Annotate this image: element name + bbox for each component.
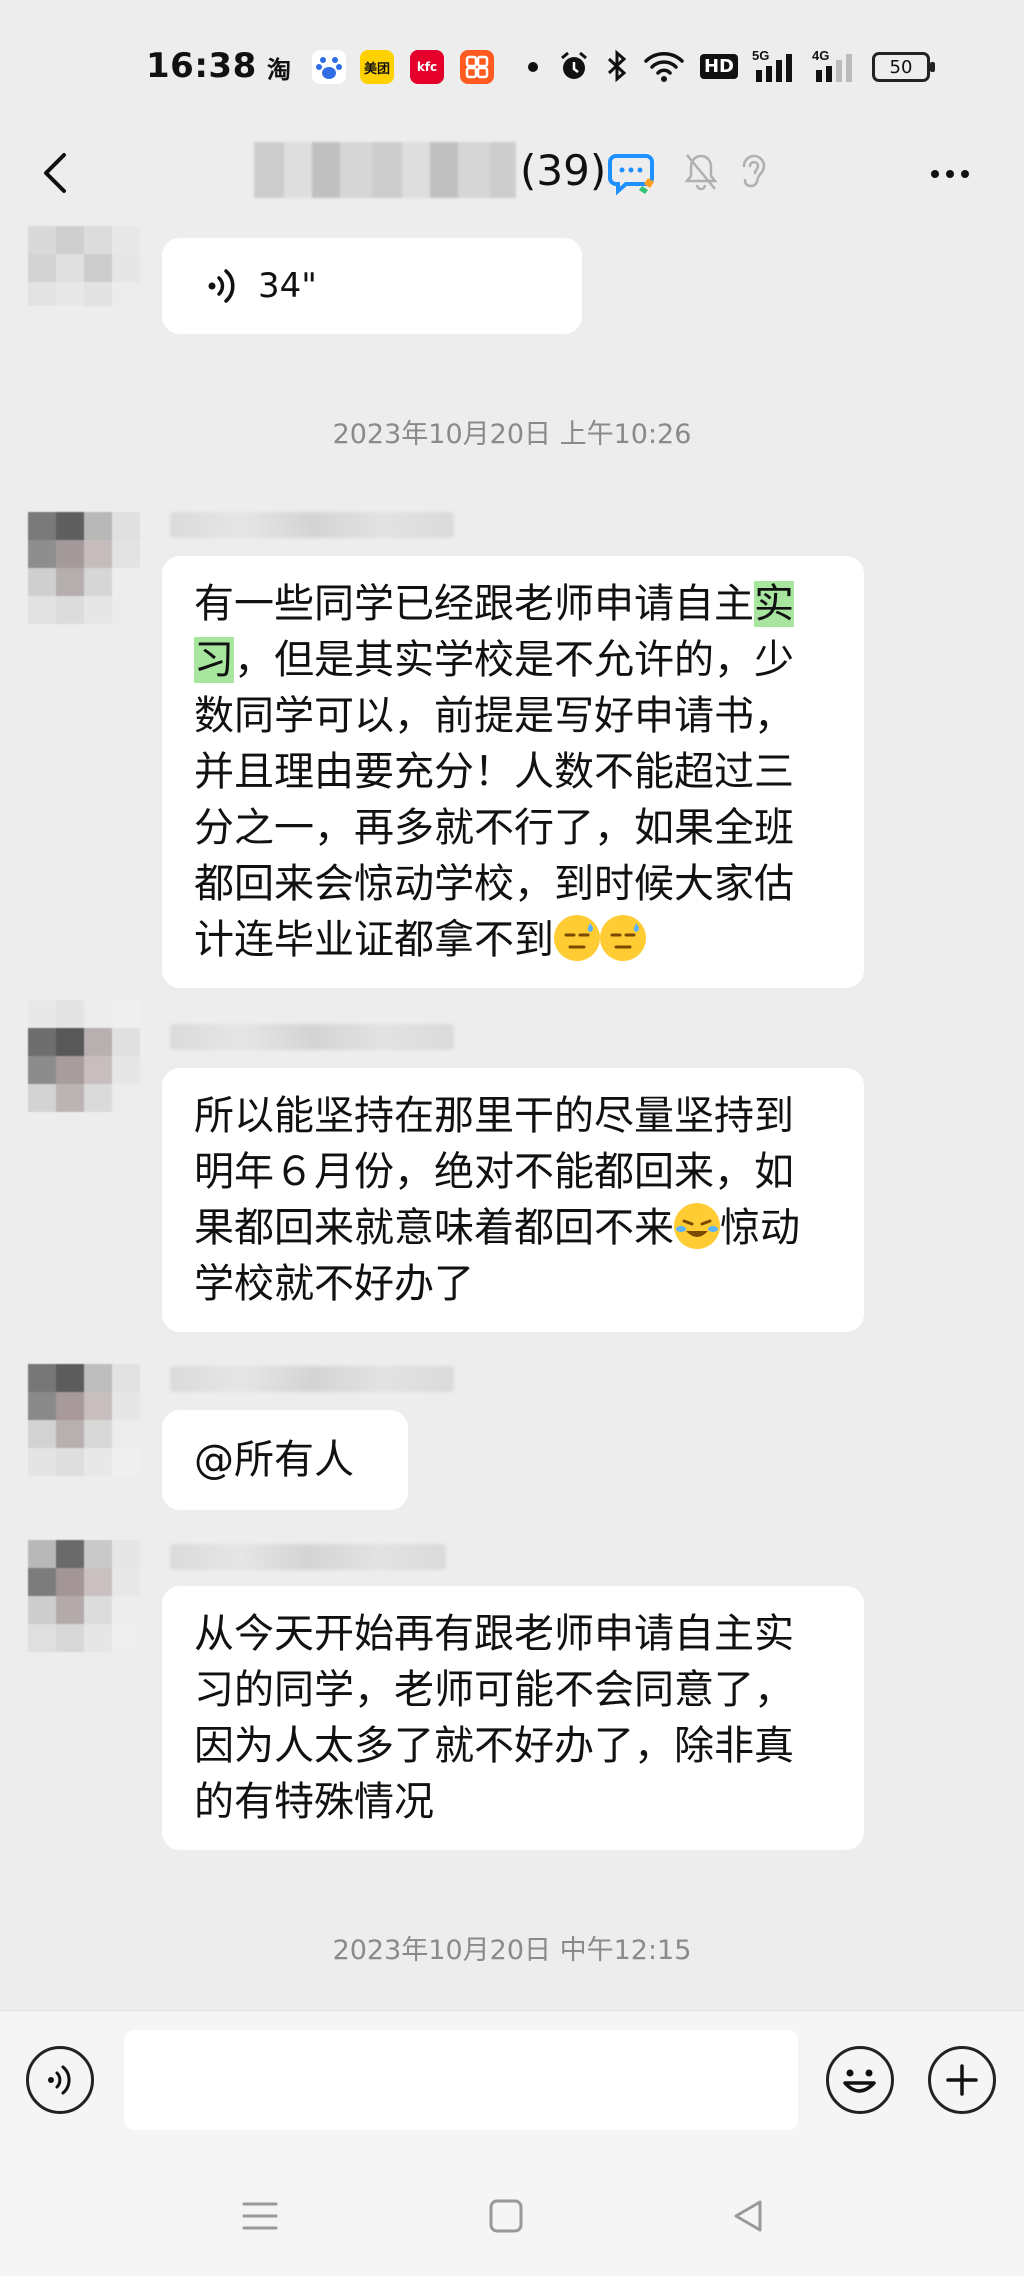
message-bubble[interactable]: 所以能坚持在那里干的尽量坚持到明年６月份，绝对不能都回来，如果都回来就意味着都回…	[162, 1068, 864, 1332]
voice-wave-icon	[48, 2065, 71, 2095]
ear-icon[interactable]	[736, 150, 768, 196]
message-bubble[interactable]: @所有人	[162, 1410, 408, 1510]
status-time: 16:38	[146, 46, 257, 86]
bluetooth-icon	[604, 46, 630, 86]
highlight-text: 习	[194, 637, 234, 683]
menu-nav-button[interactable]	[240, 2196, 280, 2240]
sweat-emoji-icon	[554, 915, 600, 961]
muted-bell-icon[interactable]	[684, 152, 718, 196]
baidu-icon	[312, 50, 346, 84]
wifi-icon	[642, 46, 686, 86]
message-bubble[interactable]: 有一些同学已经跟老师申请自主实习，但是其实学校是不允许的，少数同学可以，前提是写…	[162, 556, 864, 988]
avatar[interactable]	[28, 512, 140, 624]
taobao-icon: 淘	[267, 55, 291, 84]
meituan-icon: 美团	[360, 50, 394, 84]
sender-name-blurred	[170, 1366, 454, 1392]
voice-message[interactable]: 34"	[162, 238, 582, 334]
voice-input-button[interactable]	[26, 2046, 94, 2114]
avatar[interactable]	[28, 1540, 140, 1652]
avatar[interactable]	[28, 1364, 140, 1476]
battery-icon: 50	[872, 52, 935, 82]
signal-4g-icon: 4G	[812, 46, 860, 86]
timestamp: 2023年10月20日 上午10:26	[332, 419, 692, 450]
svg-text:4G: 4G	[812, 48, 829, 63]
sender-name-blurred	[170, 512, 454, 538]
chevron-left-icon	[44, 153, 66, 193]
menu-icon	[242, 2202, 278, 2230]
message-input[interactable]	[124, 2030, 798, 2130]
app-grid-icon	[460, 50, 494, 84]
group-chat-icon[interactable]	[608, 148, 660, 196]
member-count: (39)	[520, 146, 607, 195]
emoji-button[interactable]	[826, 2046, 894, 2114]
notification-dot-icon	[528, 62, 538, 72]
sender-name-blurred	[170, 1024, 454, 1050]
hd-icon: HD	[698, 46, 740, 86]
message-bubble[interactable]: 从今天开始再有跟老师申请自主实习的同学，老师可能不会同意了，因为人太多了就不好办…	[162, 1586, 864, 1850]
timestamp: 2023年10月20日 中午12:15	[332, 1935, 692, 1966]
more-actions-button[interactable]	[928, 2046, 996, 2114]
kfc-icon: kfc	[410, 50, 444, 84]
sender-name-blurred	[170, 1544, 446, 1570]
voice-wave-icon	[208, 269, 235, 303]
triangle-back-icon	[734, 2200, 762, 2232]
svg-text:5G: 5G	[752, 48, 769, 63]
home-square-icon	[489, 2199, 523, 2233]
plus-icon	[946, 2064, 978, 2096]
back-button[interactable]	[30, 148, 80, 198]
chat-title-blurred	[254, 142, 516, 198]
alarm-icon	[556, 46, 592, 86]
highlight-text: 实	[754, 581, 794, 627]
back-nav-button[interactable]	[728, 2196, 768, 2240]
laugh-cry-emoji-icon	[674, 1203, 720, 1249]
avatar[interactable]	[28, 226, 140, 306]
smiley-icon	[843, 2069, 876, 2093]
signal-5g-icon: 5G	[752, 46, 800, 86]
status-bar: 16:38 淘 美团 kfc HD 5G 4G 50	[0, 0, 1024, 135]
mention-all-text: @所有人	[194, 1437, 354, 1483]
home-nav-button[interactable]	[486, 2196, 526, 2240]
voice-duration: 34"	[258, 266, 317, 306]
more-options-button[interactable]	[920, 154, 980, 194]
avatar[interactable]	[28, 1000, 140, 1112]
sweat-emoji-icon	[600, 915, 646, 961]
